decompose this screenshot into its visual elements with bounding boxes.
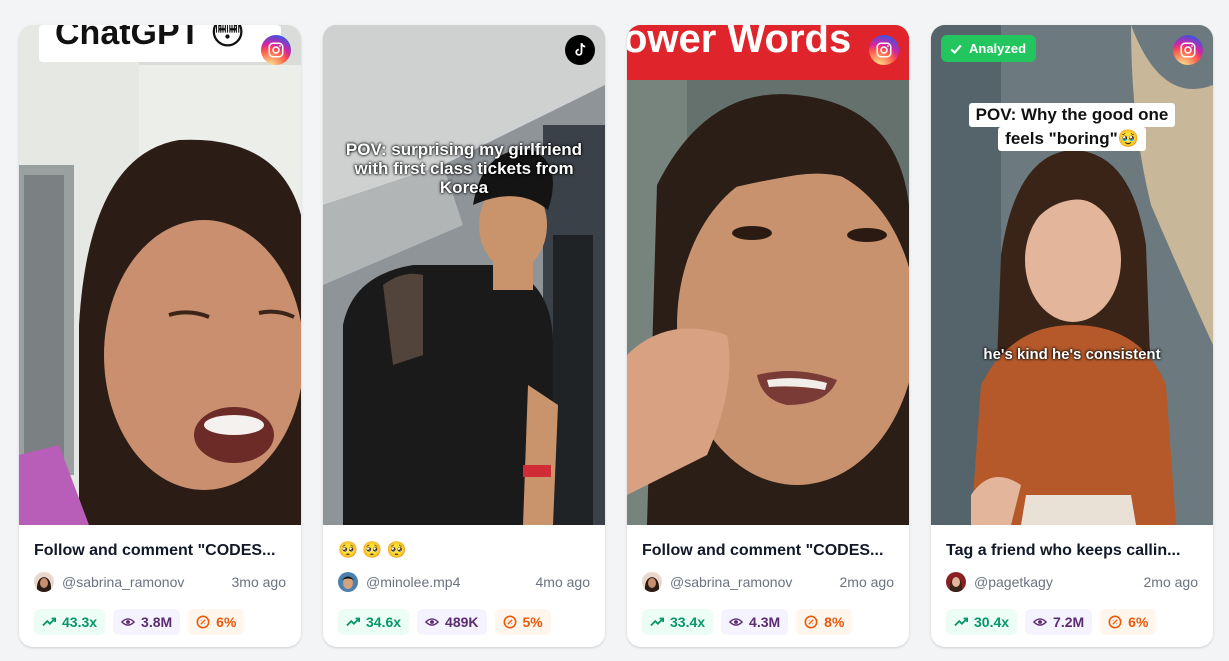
video-card[interactable]: ChatGPT 😳 Follow and comment "CODES... @… [19, 25, 301, 647]
video-thumbnail[interactable]: ower Words [627, 25, 909, 525]
growth-value: 43.3x [62, 614, 98, 630]
post-age: 2mo ago [839, 574, 894, 590]
thumbnail-image [19, 25, 301, 525]
video-card[interactable]: POV: surprising my girlfriend with first… [323, 25, 605, 647]
engagement-stat: 5% [494, 609, 551, 635]
video-caption: POV: Why the good one feels "boring"🥹 [931, 103, 1213, 151]
video-thumbnail[interactable]: POV: surprising my girlfriend with first… [323, 25, 605, 525]
post-title[interactable]: Follow and comment "CODES... [642, 541, 894, 561]
check-icon [950, 44, 962, 54]
video-grid: ChatGPT 😳 Follow and comment "CODES... @… [19, 25, 1213, 647]
engagement-stat: 6% [188, 609, 245, 635]
overlay-title: ower Words [627, 25, 852, 61]
creator-row: @sabrina_ramonov 2mo ago [642, 571, 894, 593]
engagement-icon [804, 615, 818, 629]
video-subtitle: he's kind he's consistent [983, 346, 1161, 363]
engagement-value: 6% [1128, 614, 1149, 630]
overlay-title: ChatGPT 😳 [55, 25, 246, 52]
card-info: 🥺 🥺 🥺 @minolee.mp4 4mo ago 34.6x 489K 5% [323, 525, 605, 635]
engagement-icon [503, 615, 516, 629]
views-stat: 489K [417, 609, 487, 635]
views-stat: 4.3M [721, 609, 789, 635]
post-age: 3mo ago [231, 574, 286, 590]
thumbnail-image [627, 25, 909, 525]
engagement-value: 6% [216, 614, 237, 630]
post-title[interactable]: Follow and comment "CODES... [34, 541, 286, 561]
tiktok-icon [565, 35, 595, 65]
eye-icon [729, 618, 744, 626]
thumbnail-image [931, 25, 1213, 525]
analyzed-badge: Analyzed [941, 35, 1037, 62]
engagement-stat: 8% [796, 609, 853, 635]
engagement-value: 5% [522, 614, 543, 630]
instagram-icon [1173, 35, 1203, 65]
trending-up-icon [650, 617, 664, 627]
creator-row: @pagetkagy 2mo ago [946, 571, 1198, 593]
card-info: Follow and comment "CODES... @sabrina_ra… [19, 525, 301, 635]
eye-icon [425, 618, 440, 626]
eye-icon [1033, 618, 1048, 626]
creator-handle[interactable]: @sabrina_ramonov [62, 574, 232, 590]
engagement-stat: 6% [1100, 609, 1157, 635]
thumbnail-image [323, 25, 605, 525]
views-value: 7.2M [1053, 614, 1085, 630]
engagement-icon [1108, 615, 1122, 629]
growth-value: 30.4x [974, 614, 1010, 630]
creator-row: @minolee.mp4 4mo ago [338, 571, 590, 593]
analyzed-label: Analyzed [969, 41, 1027, 56]
card-info: Follow and comment "CODES... @sabrina_ra… [627, 525, 909, 635]
growth-stat: 43.3x [34, 609, 106, 635]
post-age: 4mo ago [535, 574, 590, 590]
video-card[interactable]: ower Words Follow and comment "CODES... … [627, 25, 909, 647]
trending-up-icon [42, 617, 56, 627]
creator-handle[interactable]: @sabrina_ramonov [670, 574, 840, 590]
video-thumbnail[interactable]: Analyzed POV: Why the good one feels "bo… [931, 25, 1213, 525]
growth-stat: 34.6x [338, 609, 410, 635]
growth-stat: 30.4x [946, 609, 1018, 635]
creator-row: @sabrina_ramonov 3mo ago [34, 571, 286, 593]
avatar[interactable] [642, 572, 662, 592]
engagement-icon [196, 615, 210, 629]
views-value: 3.8M [141, 614, 173, 630]
caption-line: POV: Why the good one [968, 103, 1176, 127]
growth-value: 34.6x [366, 614, 402, 630]
video-thumbnail[interactable]: ChatGPT 😳 [19, 25, 301, 525]
views-stat: 3.8M [113, 609, 181, 635]
creator-handle[interactable]: @pagetkagy [974, 574, 1144, 590]
stats-row: 43.3x 3.8M 6% [34, 609, 286, 635]
post-title[interactable]: Tag a friend who keeps callin... [946, 541, 1198, 561]
views-value: 489K [445, 614, 479, 630]
trending-up-icon [954, 617, 968, 627]
post-title[interactable]: 🥺 🥺 🥺 [338, 541, 590, 561]
caption-line: feels "boring"🥹 [998, 127, 1146, 151]
views-value: 4.3M [749, 614, 781, 630]
stats-row: 33.4x 4.3M 8% [642, 609, 894, 635]
growth-value: 33.4x [670, 614, 706, 630]
engagement-value: 8% [824, 614, 845, 630]
stats-row: 34.6x 489K 5% [338, 609, 590, 635]
creator-handle[interactable]: @minolee.mp4 [366, 574, 536, 590]
video-caption: POV: surprising my girlfriend with first… [345, 140, 583, 197]
eye-icon [121, 618, 136, 626]
instagram-icon [869, 35, 899, 65]
stats-row: 30.4x 7.2M 6% [946, 609, 1198, 635]
growth-stat: 33.4x [642, 609, 714, 635]
card-info: Tag a friend who keeps callin... @pagetk… [931, 525, 1213, 635]
avatar[interactable] [338, 572, 358, 592]
views-stat: 7.2M [1025, 609, 1093, 635]
avatar[interactable] [946, 572, 966, 592]
video-card[interactable]: Analyzed POV: Why the good one feels "bo… [931, 25, 1213, 647]
instagram-icon [261, 35, 291, 65]
trending-up-icon [346, 617, 360, 627]
avatar[interactable] [34, 572, 54, 592]
post-age: 2mo ago [1143, 574, 1198, 590]
